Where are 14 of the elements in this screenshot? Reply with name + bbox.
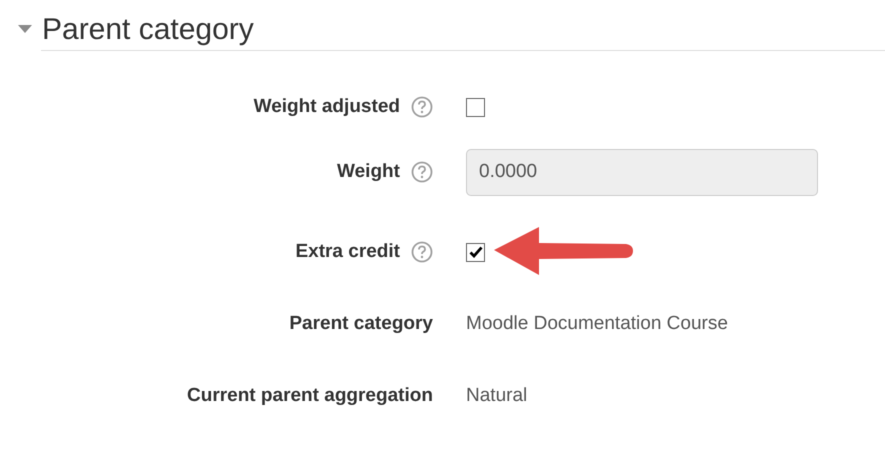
field-label: Extra credit	[295, 240, 400, 264]
field-value: Natural	[466, 384, 528, 408]
field-label: Current parent aggregation	[187, 384, 433, 408]
checkbox[interactable]	[466, 98, 485, 116]
collapse-icon[interactable]	[17, 24, 33, 34]
field-value: Moodle Documentation Course	[466, 312, 728, 336]
help-icon[interactable]	[411, 96, 433, 118]
field-label: Weight	[337, 160, 400, 184]
check-icon	[468, 246, 482, 258]
field-label: Weight adjusted	[254, 94, 400, 119]
help-icon[interactable]	[411, 241, 433, 263]
section-title: Parent category	[42, 12, 254, 48]
field-label: Parent category	[289, 312, 433, 336]
checkbox[interactable]	[466, 242, 485, 262]
